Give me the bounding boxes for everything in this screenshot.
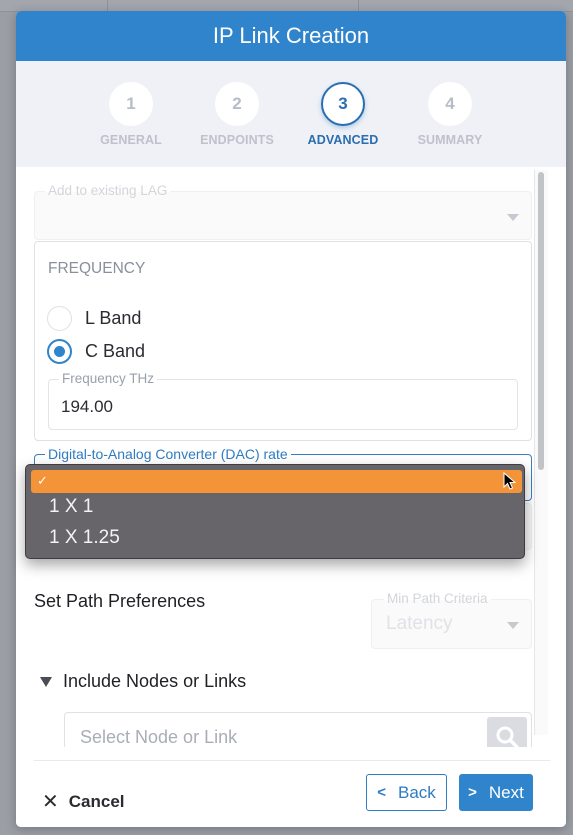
- wizard-stepper: 1 GENERAL 2 ENDPOINTS 3 ADVANCED 4 SUMMA…: [16, 61, 566, 167]
- step-label: GENERAL: [100, 133, 162, 147]
- radio-label: C Band: [85, 341, 146, 361]
- search-placeholder: Select Node or Link: [80, 727, 238, 747]
- caret-down-icon: [507, 622, 519, 629]
- triangle-down-icon: [40, 676, 52, 687]
- include-nodes-label: Include Nodes or Links: [63, 671, 247, 691]
- node-link-search-input[interactable]: Select Node or Link: [64, 712, 532, 747]
- form-content: Add to existing LAG FREQUENCY L Band C B…: [16, 167, 552, 747]
- dac-rate-dropdown-menu: ✓ 1 X 1 1 X 1.25: [25, 464, 525, 559]
- dialog-header: IP Link Creation: [16, 11, 566, 61]
- step-number: 3: [321, 82, 365, 126]
- min-path-criteria-select[interactable]: Min Path Criteria Latency: [371, 591, 532, 649]
- dialog-title: IP Link Creation: [212, 23, 370, 48]
- radio-button[interactable]: [47, 339, 72, 364]
- search-icon: [496, 726, 519, 747]
- scrollbar-thumb[interactable]: [538, 172, 544, 470]
- step-label: ADVANCED: [307, 133, 379, 147]
- chevron-left-icon: <: [377, 784, 386, 801]
- step-label: SUMMARY: [417, 133, 483, 147]
- frequency-title: FREQUENCY: [48, 260, 146, 277]
- radio-button[interactable]: [47, 306, 72, 331]
- close-icon: ✕: [42, 791, 59, 813]
- frequency-thz-label: Frequency THz: [59, 371, 158, 387]
- step-endpoints[interactable]: 2 ENDPOINTS: [192, 82, 282, 147]
- step-number: 2: [215, 82, 259, 126]
- min-path-criteria-label: Min Path Criteria: [384, 591, 491, 607]
- back-label: Back: [397, 782, 436, 802]
- frequency-thz-input[interactable]: Frequency THz 194.00: [48, 371, 518, 430]
- path-preferences-title: Set Path Preferences: [34, 591, 206, 611]
- step-number: 1: [109, 82, 153, 126]
- add-to-lag-select[interactable]: Add to existing LAG: [34, 183, 532, 240]
- frequency-panel: FREQUENCY L Band C Band Frequency THz 19…: [34, 241, 532, 441]
- frequency-thz-value: 194.00: [61, 397, 113, 416]
- radio-c-band[interactable]: C Band: [47, 339, 145, 364]
- next-button[interactable]: > Next: [459, 774, 533, 811]
- chevron-right-icon: >: [468, 784, 477, 801]
- cancel-label: Cancel: [68, 792, 125, 811]
- lag-label: Add to existing LAG: [45, 183, 171, 199]
- search-button[interactable]: [487, 717, 527, 747]
- step-number: 4: [428, 82, 472, 126]
- dac-rate-label: Digital-to-Analog Converter (DAC) rate: [45, 446, 291, 462]
- dialog-footer: ✕ Cancel < Back > Next: [16, 747, 566, 827]
- dropdown-option-1x1[interactable]: 1 X 1: [49, 496, 93, 518]
- checkmark-icon: ✓: [37, 473, 48, 488]
- radio-l-band[interactable]: L Band: [47, 306, 141, 331]
- footer-divider: [34, 760, 550, 761]
- dropdown-option-empty[interactable]: ✓: [31, 470, 522, 493]
- cancel-button[interactable]: ✕ Cancel: [42, 792, 125, 812]
- min-path-criteria-value: Latency: [386, 613, 453, 634]
- step-general[interactable]: 1 GENERAL: [86, 82, 176, 147]
- back-button[interactable]: < Back: [366, 774, 447, 811]
- dropdown-option-1x1-25[interactable]: 1 X 1.25: [49, 527, 120, 549]
- step-summary[interactable]: 4 SUMMARY: [405, 82, 495, 147]
- next-label: Next: [488, 782, 524, 802]
- mouse-cursor-icon: [503, 472, 517, 490]
- include-nodes-toggle[interactable]: Include Nodes or Links: [40, 671, 246, 692]
- caret-down-icon: [507, 214, 519, 221]
- step-advanced[interactable]: 3 ADVANCED: [298, 82, 388, 147]
- step-label: ENDPOINTS: [200, 133, 274, 147]
- ip-link-creation-dialog: IP Link Creation 1 GENERAL 2 ENDPOINTS 3…: [16, 11, 566, 827]
- radio-label: L Band: [85, 308, 142, 328]
